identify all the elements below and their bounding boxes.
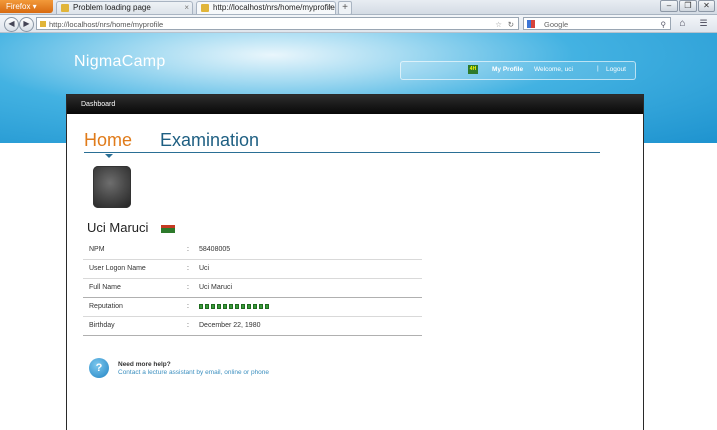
row-colon: : (187, 265, 189, 272)
page-viewport: NigmaCamp 4H My Profile Welcome, uci | L… (0, 33, 717, 430)
row-colon: : (187, 303, 189, 310)
active-tab-indicator (105, 154, 113, 158)
separator: | (597, 65, 599, 72)
bookmarks-menu-icon[interactable]: ☰ (697, 17, 710, 30)
help-question-icon[interactable]: ? (89, 358, 109, 378)
row-value: December 22, 1980 (199, 322, 261, 329)
tab-label: Problem loading page (73, 3, 151, 12)
reputation-block (205, 304, 209, 309)
reputation-block (217, 304, 221, 309)
table-row: Reputation : (83, 298, 422, 317)
reload-icon[interactable]: ↻ (508, 18, 514, 31)
navigation-toolbar: ◀ ▶ http://localhost/nrs/home/myprofile … (0, 15, 717, 33)
url-text: http://localhost/nrs/home/myprofile (49, 20, 164, 29)
reputation-block (199, 304, 203, 309)
tab-home-label: Home (84, 130, 133, 150)
profile-card: Dashboard Home Examination Uci Maruci NP… (66, 94, 644, 430)
reputation-block (247, 304, 251, 309)
firefox-menu-label: Firefox (6, 2, 31, 11)
table-row: Full Name : Uci Maruci (83, 279, 422, 298)
row-label: User Logon Name (89, 265, 146, 272)
search-box[interactable]: Google ⚲ (523, 17, 671, 30)
tab-problem-loading[interactable]: Problem loading page × (56, 1, 193, 14)
avatar (93, 166, 131, 208)
reputation-block (229, 304, 233, 309)
row-colon: : (187, 322, 189, 329)
tab-home[interactable]: Home (84, 130, 133, 158)
reputation-block (259, 304, 263, 309)
tab-label: http://localhost/nrs/home/myprofile (213, 3, 335, 12)
row-value: Uci (199, 265, 210, 272)
help-box: ? Need more help? Contact a lecture assi… (89, 358, 349, 380)
reputation-block (235, 304, 239, 309)
search-icon[interactable]: ⚲ (661, 18, 667, 31)
tab-myprofile[interactable]: http://localhost/nrs/home/myprofile × (196, 1, 336, 14)
user-badge-icon: 4H (468, 65, 478, 74)
help-contact-link[interactable]: Contact a lecture assistant by email, on… (118, 369, 269, 376)
minimize-button[interactable]: – (660, 0, 678, 12)
table-row: Birthday : December 22, 1980 (83, 317, 422, 336)
row-colon: : (187, 246, 189, 253)
dashboard-header[interactable]: Dashboard (67, 95, 643, 114)
reputation-block (253, 304, 257, 309)
page-favicon-icon (201, 4, 209, 12)
home-icon[interactable]: ⌂ (676, 17, 689, 30)
maximize-button[interactable]: ❐ (679, 0, 697, 12)
row-value: Uci Maruci (199, 284, 233, 291)
new-tab-button[interactable]: + (338, 1, 352, 15)
page-favicon-icon (61, 4, 69, 12)
back-arrow-icon[interactable]: ◀ (4, 17, 19, 32)
site-logo[interactable]: NigmaCamp (74, 53, 166, 71)
table-row: User Logon Name : Uci (83, 260, 422, 279)
reputation-block (223, 304, 227, 309)
reputation-block (241, 304, 245, 309)
row-label: Birthday (89, 322, 115, 329)
search-placeholder: Google (544, 20, 569, 29)
bookmark-star-icon[interactable]: ☆ (495, 18, 502, 31)
reputation-bar (199, 304, 271, 311)
google-icon (527, 20, 535, 28)
my-profile-link[interactable]: My Profile (492, 66, 523, 73)
tab-examination[interactable]: Examination (160, 130, 259, 151)
row-label: Reputation (89, 303, 123, 310)
table-row: NPM : 58408005 (83, 241, 422, 260)
row-label: NPM (89, 246, 105, 253)
logout-link[interactable]: Logout (606, 66, 626, 73)
browser-tab-strip: Firefox ▾ Problem loading page × http://… (0, 0, 717, 15)
user-bar: 4H My Profile Welcome, uci | Logout (400, 61, 636, 80)
firefox-menu-button[interactable]: Firefox ▾ (0, 0, 53, 13)
close-tab-icon[interactable]: × (184, 2, 189, 14)
close-tab-icon[interactable]: × (327, 2, 332, 14)
profile-info-table: NPM : 58408005 User Logon Name : Uci Ful… (83, 241, 422, 336)
reputation-block (211, 304, 215, 309)
help-title: Need more help? (118, 361, 171, 368)
site-identity-icon (40, 21, 46, 27)
row-label: Full Name (89, 284, 121, 291)
content-tabs: Home Examination (84, 130, 600, 158)
country-flag-icon (161, 225, 175, 233)
profile-name: Uci Maruci (87, 220, 149, 235)
reputation-block (265, 304, 269, 309)
welcome-text: Welcome, uci (534, 66, 573, 73)
close-window-button[interactable]: ✕ (698, 0, 715, 12)
forward-arrow-icon[interactable]: ▶ (19, 17, 34, 32)
row-colon: : (187, 284, 189, 291)
row-value: 58408005 (199, 246, 231, 253)
address-bar[interactable]: http://localhost/nrs/home/myprofile ☆ ↻ (36, 17, 519, 30)
